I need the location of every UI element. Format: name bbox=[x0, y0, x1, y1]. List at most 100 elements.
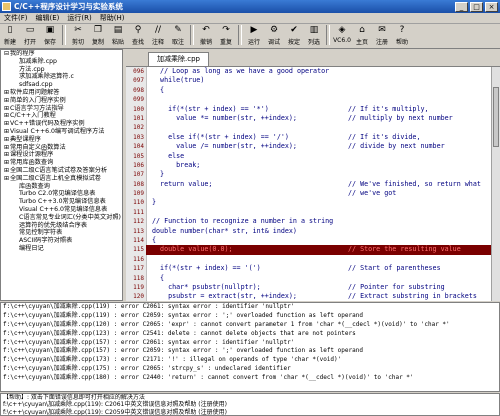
code-line[interactable]: 098 { bbox=[133, 86, 492, 95]
compiler-output[interactable]: f:\c++\cyuyan\加减乘除.cpp(119) : error C206… bbox=[0, 302, 500, 392]
code-line[interactable]: 110} bbox=[133, 198, 492, 207]
menu-help[interactable]: 帮助(H) bbox=[96, 13, 129, 23]
tree-item[interactable]: 常见控制字符表 bbox=[1, 229, 122, 237]
code-line[interactable]: 106 break; bbox=[133, 161, 492, 170]
error-message[interactable]: f:\c++\cyuyan\加减乘除.cpp(119) : error C206… bbox=[1, 303, 499, 312]
collapse-icon[interactable]: ⊟ bbox=[3, 50, 10, 58]
error-message[interactable]: f:\c++\cyuyan\加减乘除.cpp(175) : error C206… bbox=[1, 365, 499, 374]
toolbar-button[interactable]: ✂ 剪切 bbox=[68, 24, 88, 47]
toolbar-button[interactable]: ❐ 复制 bbox=[88, 24, 108, 47]
code-line[interactable]: 120 psubstr = extract(str, ++index); // E… bbox=[133, 292, 492, 301]
code-line[interactable]: 099 bbox=[133, 95, 492, 104]
help-hint-link[interactable]: f:\c++\cyuyan\加减乘除.cpp(119): C2059中英文错误信… bbox=[1, 409, 499, 415]
expand-icon[interactable]: ⊞ bbox=[3, 128, 10, 136]
error-message[interactable]: f:\c++\cyuyan\加减乘除.cpp(119) : error C205… bbox=[1, 312, 499, 321]
tree-item[interactable]: ⊞课程设计源程序 bbox=[1, 151, 122, 159]
tree-item[interactable]: Visual C++6.0常见编译信息表 bbox=[1, 206, 122, 214]
toolbar-button[interactable]: ⚲ 查找 bbox=[128, 24, 148, 47]
tree-item[interactable]: ⊞软件应用问题解答 bbox=[1, 89, 122, 97]
code-editor[interactable]: 096 // Loop as long as we have a good op… bbox=[126, 67, 492, 301]
minimize-button[interactable]: _ bbox=[455, 1, 468, 12]
tree-item[interactable]: ⊞常用库函数查询 bbox=[1, 159, 122, 167]
tree-item[interactable]: sdfsad.cpp bbox=[1, 81, 122, 89]
highlighted-code-line[interactable]: 115 double value(0.0); // Store the resul… bbox=[133, 245, 492, 255]
code-line[interactable]: 105 else bbox=[133, 152, 492, 161]
tree-item[interactable]: 编程日记 bbox=[1, 245, 122, 253]
toolbar-button[interactable]: ▯ 新建 bbox=[0, 24, 20, 47]
code-line[interactable]: 107 } bbox=[133, 170, 492, 179]
toolbar-button[interactable]: ▶ 运行 bbox=[244, 24, 264, 47]
code-line[interactable]: 113 double number(char* str, int& index) bbox=[133, 227, 492, 236]
expand-icon[interactable]: ⊞ bbox=[3, 120, 10, 128]
code-line[interactable]: 109 // we've got bbox=[133, 189, 492, 198]
help-hint-panel[interactable]: 【帮助】: 双击下面错误信息即可打开相应的解决方法 f:\c++\cyuyan\加… bbox=[0, 393, 500, 416]
toolbar-button[interactable]: ▤ 粘贴 bbox=[108, 24, 128, 47]
file-tab[interactable]: 加减乘除.cpp bbox=[148, 52, 209, 66]
expand-icon[interactable]: ⊞ bbox=[3, 136, 10, 144]
tree-item[interactable]: 求加减乘除运算符.c bbox=[1, 73, 122, 81]
toolbar-button[interactable]: ✎ 取注 bbox=[168, 24, 188, 47]
toolbar-button[interactable]: ↷ 重复 bbox=[216, 24, 236, 47]
toolbar-button[interactable]: ⚙ 调试 bbox=[264, 24, 284, 47]
expand-icon[interactable]: ⊞ bbox=[3, 159, 10, 167]
tree-item[interactable]: ⊞Visual C++6.0编写调试程序方法 bbox=[1, 128, 122, 136]
tree-item[interactable]: ⊞全国二级C语言上机全真模拟试卷 bbox=[1, 175, 122, 183]
maximize-button[interactable]: □ bbox=[470, 1, 483, 12]
close-button[interactable]: × bbox=[485, 1, 498, 12]
toolbar-button[interactable]: ✉ 注册 bbox=[372, 24, 392, 47]
toolbar-button[interactable]: ◈ VC6.0 bbox=[332, 24, 352, 47]
tree-item[interactable]: ⊟我的程序 bbox=[1, 50, 122, 58]
expand-icon[interactable]: ⊞ bbox=[3, 97, 10, 105]
tree-item[interactable]: ⊞全国二级C语言笔试试卷及答案分析 bbox=[1, 167, 122, 175]
expand-icon[interactable]: ⊞ bbox=[3, 105, 10, 113]
toolbar-button[interactable]: ▭ 打开 bbox=[20, 24, 40, 47]
code-line[interactable]: 097 while(true) bbox=[133, 76, 492, 85]
code-line[interactable]: 118 { bbox=[133, 274, 492, 283]
code-line[interactable]: 117 if(*(str + index) == '(') // Start of… bbox=[133, 264, 492, 273]
code-line[interactable]: 108 return value; // We've finished, so r… bbox=[133, 180, 492, 189]
code-line[interactable]: 100 if(*(str + index) == '*') // If it's … bbox=[133, 105, 492, 114]
error-message[interactable]: f:\c++\cyuyan\加减乘除.cpp(120) : error C206… bbox=[1, 321, 499, 330]
expand-icon[interactable]: ⊞ bbox=[3, 144, 10, 152]
code-line[interactable]: 101 value *= number(str, ++index); // mul… bbox=[133, 114, 492, 123]
toolbar-button[interactable]: // 注释 bbox=[148, 24, 168, 47]
menu-file[interactable]: 文件(F) bbox=[0, 13, 32, 23]
toolbar-button[interactable]: ✔ 按定 bbox=[284, 24, 304, 47]
toolbar-button[interactable]: ⌂ 主页 bbox=[352, 24, 372, 47]
code-line[interactable]: 112 // Function to recognize a number in … bbox=[133, 217, 492, 226]
scrollbar-thumb[interactable] bbox=[493, 87, 499, 147]
code-line[interactable]: 103 else if(*(str + index) == '/') // If … bbox=[133, 133, 492, 142]
error-message[interactable]: f:\c++\cyuyan\加减乘除.cpp(180) : error C244… bbox=[1, 374, 499, 383]
expand-icon[interactable]: ⊞ bbox=[3, 89, 10, 97]
code-line[interactable]: 096 // Loop as long as we have a good op… bbox=[133, 67, 492, 76]
code-line[interactable]: 116 bbox=[133, 255, 492, 264]
code-line[interactable]: 102 bbox=[133, 123, 492, 132]
error-message[interactable]: f:\c++\cyuyan\加减乘除.cpp(157) : error C205… bbox=[1, 347, 499, 356]
tree-item[interactable]: ⊞C/C++入门教程 bbox=[1, 112, 122, 120]
expand-icon[interactable]: ⊞ bbox=[3, 112, 10, 120]
error-message[interactable]: f:\c++\cyuyan\加减乘除.cpp(123) : error C254… bbox=[1, 330, 499, 339]
tree-item[interactable]: ⊞VC++错误代码及程序实例 bbox=[1, 120, 122, 128]
code-line[interactable]: 114 { bbox=[133, 236, 492, 245]
tree-item[interactable]: Turbo C2.0常见编译信息表 bbox=[1, 190, 122, 198]
error-message[interactable]: f:\c++\cyuyan\加减乘除.cpp(173) : error C217… bbox=[1, 356, 499, 365]
toolbar-button[interactable]: ↶ 撤销 bbox=[196, 24, 216, 47]
expand-icon[interactable]: ⊞ bbox=[3, 151, 10, 159]
tree-item[interactable]: ⊞简单的入门程序实例 bbox=[1, 97, 122, 105]
editor-scrollbar[interactable] bbox=[491, 67, 500, 301]
tree-item[interactable]: ASCII码字符对照表 bbox=[1, 237, 122, 245]
code-line[interactable]: 119 char* psubstr(nullptr); // Pointer fo… bbox=[133, 283, 492, 292]
tree-item[interactable]: ⊞典型课程序 bbox=[1, 136, 122, 144]
tree-item[interactable]: C语言常见专业词汇(分类中英文对照) bbox=[1, 214, 122, 222]
expand-icon[interactable]: ⊞ bbox=[3, 167, 10, 175]
menu-edit[interactable]: 编辑(E) bbox=[32, 13, 64, 23]
expand-icon[interactable]: ⊞ bbox=[3, 175, 10, 183]
toolbar-button[interactable]: ? 帮助 bbox=[392, 24, 412, 47]
menu-run[interactable]: 运行(R) bbox=[63, 13, 95, 23]
toolbar-button[interactable]: ▥ 列选 bbox=[304, 24, 324, 47]
code-line[interactable]: 111 bbox=[133, 208, 492, 217]
tree-item[interactable]: Turbo C++3.0常见编译信息表 bbox=[1, 198, 122, 206]
tree-item[interactable]: 加减乘除.cpp bbox=[1, 58, 122, 66]
code-line[interactable]: 104 value /= number(str, ++index); // div… bbox=[133, 142, 492, 151]
help-hint-link[interactable]: f:\c++\cyuyan\加减乘除.cpp(119): C2061中英文错误信… bbox=[1, 401, 499, 408]
